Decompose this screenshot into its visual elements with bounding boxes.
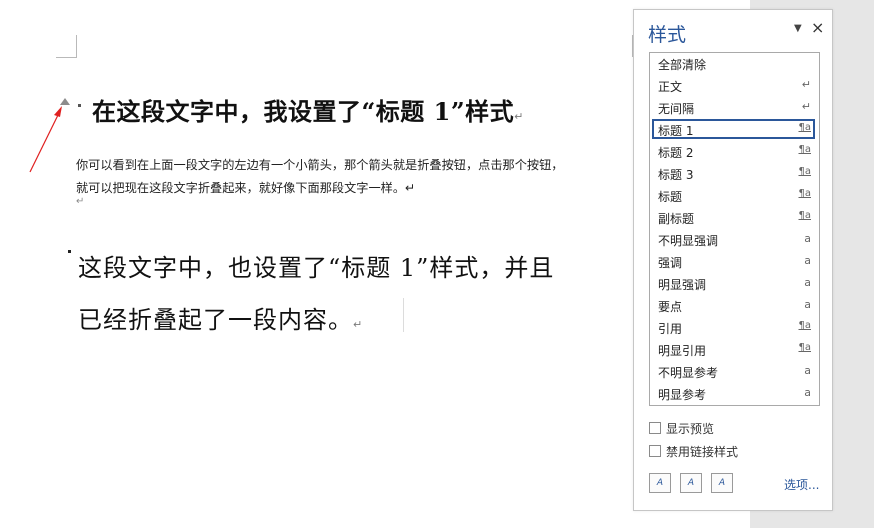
style-item-subtle-reference[interactable]: 不明显参考 a <box>652 361 815 381</box>
disable-linked-styles-label: 禁用链接样式 <box>666 445 739 459</box>
style-item-label: 明显强调 <box>658 278 707 292</box>
linked-style-icon: ¶a <box>798 166 812 177</box>
manage-styles-button[interactable]: A <box>711 473 733 493</box>
checkbox-box[interactable] <box>649 422 661 434</box>
style-item-label: 副标题 <box>658 212 695 226</box>
style-item-heading-2[interactable]: 标题 2 ¶a <box>652 141 815 161</box>
style-item-label: 无间隔 <box>658 102 695 116</box>
style-item-quote[interactable]: 引用 ¶a <box>652 317 815 337</box>
style-item-title[interactable]: 标题 ¶a <box>652 185 815 205</box>
style-item-emphasis[interactable]: 强调 a <box>652 251 815 271</box>
styles-pane: 样式 ▼ × 全部清除 正文 ↵ 无间隔 ↵ 标题 1 ¶a 标题 2 ¶a 标题 3 ¶… <box>633 9 833 511</box>
character-style-icon: a <box>804 386 811 399</box>
style-item-intense-reference[interactable]: 明显参考 a <box>652 383 815 403</box>
style-item-clear-all[interactable]: 全部清除 <box>652 53 815 73</box>
paragraph-style-icon: ↵ <box>801 78 811 91</box>
character-style-icon: a <box>804 254 811 267</box>
style-item-intense-emphasis[interactable]: 明显强调 a <box>652 273 815 293</box>
new-style-button[interactable]: A <box>649 473 671 493</box>
style-item-label: 引用 <box>658 322 683 336</box>
style-item-label: 标题 1 <box>658 124 694 138</box>
style-item-label: 全部清除 <box>658 58 707 72</box>
show-preview-checkbox[interactable]: 显示预览 <box>649 420 714 437</box>
linked-style-icon: ¶a <box>798 188 812 199</box>
style-item-intense-quote[interactable]: 明显引用 ¶a <box>652 339 815 359</box>
style-item-label: 强调 <box>658 256 683 270</box>
style-item-label: 明显参考 <box>658 388 707 402</box>
style-item-label: 要点 <box>658 300 683 314</box>
linked-style-icon: ¶a <box>798 210 812 221</box>
manage-styles-icon: A <box>718 478 726 488</box>
checkbox-box[interactable] <box>649 445 661 457</box>
style-item-no-spacing[interactable]: 无间隔 ↵ <box>652 97 815 117</box>
linked-style-icon: ¶a <box>798 122 812 133</box>
style-item-label: 标题 <box>658 190 683 204</box>
style-item-label: 不明显参考 <box>658 366 719 380</box>
style-item-strong[interactable]: 要点 a <box>652 295 815 315</box>
style-item-label: 明显引用 <box>658 344 707 358</box>
new-style-icon: A <box>656 478 664 488</box>
styles-pane-title: 样式 <box>648 24 687 46</box>
style-item-label: 标题 3 <box>658 168 694 182</box>
character-style-icon: a <box>804 232 811 245</box>
style-item-heading-1[interactable]: 标题 1 ¶a <box>652 119 815 139</box>
paragraph-style-icon: ↵ <box>801 100 811 113</box>
style-item-subtle-emphasis[interactable]: 不明显强调 a <box>652 229 815 249</box>
character-style-icon: a <box>804 298 811 311</box>
show-preview-label: 显示预览 <box>666 422 715 436</box>
pane-options-dropdown-icon[interactable]: ▼ <box>794 23 802 34</box>
linked-style-icon: ¶a <box>798 144 812 155</box>
style-item-heading-3[interactable]: 标题 3 ¶a <box>652 163 815 183</box>
style-item-label: 正文 <box>658 80 683 94</box>
options-link[interactable]: 选项... <box>784 476 819 493</box>
disable-linked-styles-checkbox[interactable]: 禁用链接样式 <box>649 443 738 460</box>
character-style-icon: a <box>804 364 811 377</box>
style-inspector-button[interactable]: A <box>680 473 702 493</box>
character-style-icon: a <box>804 276 811 289</box>
style-item-subtitle[interactable]: 副标题 ¶a <box>652 207 815 227</box>
style-item-normal[interactable]: 正文 ↵ <box>652 75 815 95</box>
style-item-label: 不明显强调 <box>658 234 719 248</box>
linked-style-icon: ¶a <box>798 342 812 353</box>
close-icon[interactable]: × <box>811 18 824 37</box>
style-list[interactable]: 全部清除 正文 ↵ 无间隔 ↵ 标题 1 ¶a 标题 2 ¶a 标题 3 ¶a 标题 ¶a … <box>649 52 820 406</box>
style-inspector-icon: A <box>687 478 695 488</box>
linked-style-icon: ¶a <box>798 320 812 331</box>
style-item-label: 标题 2 <box>658 146 694 160</box>
